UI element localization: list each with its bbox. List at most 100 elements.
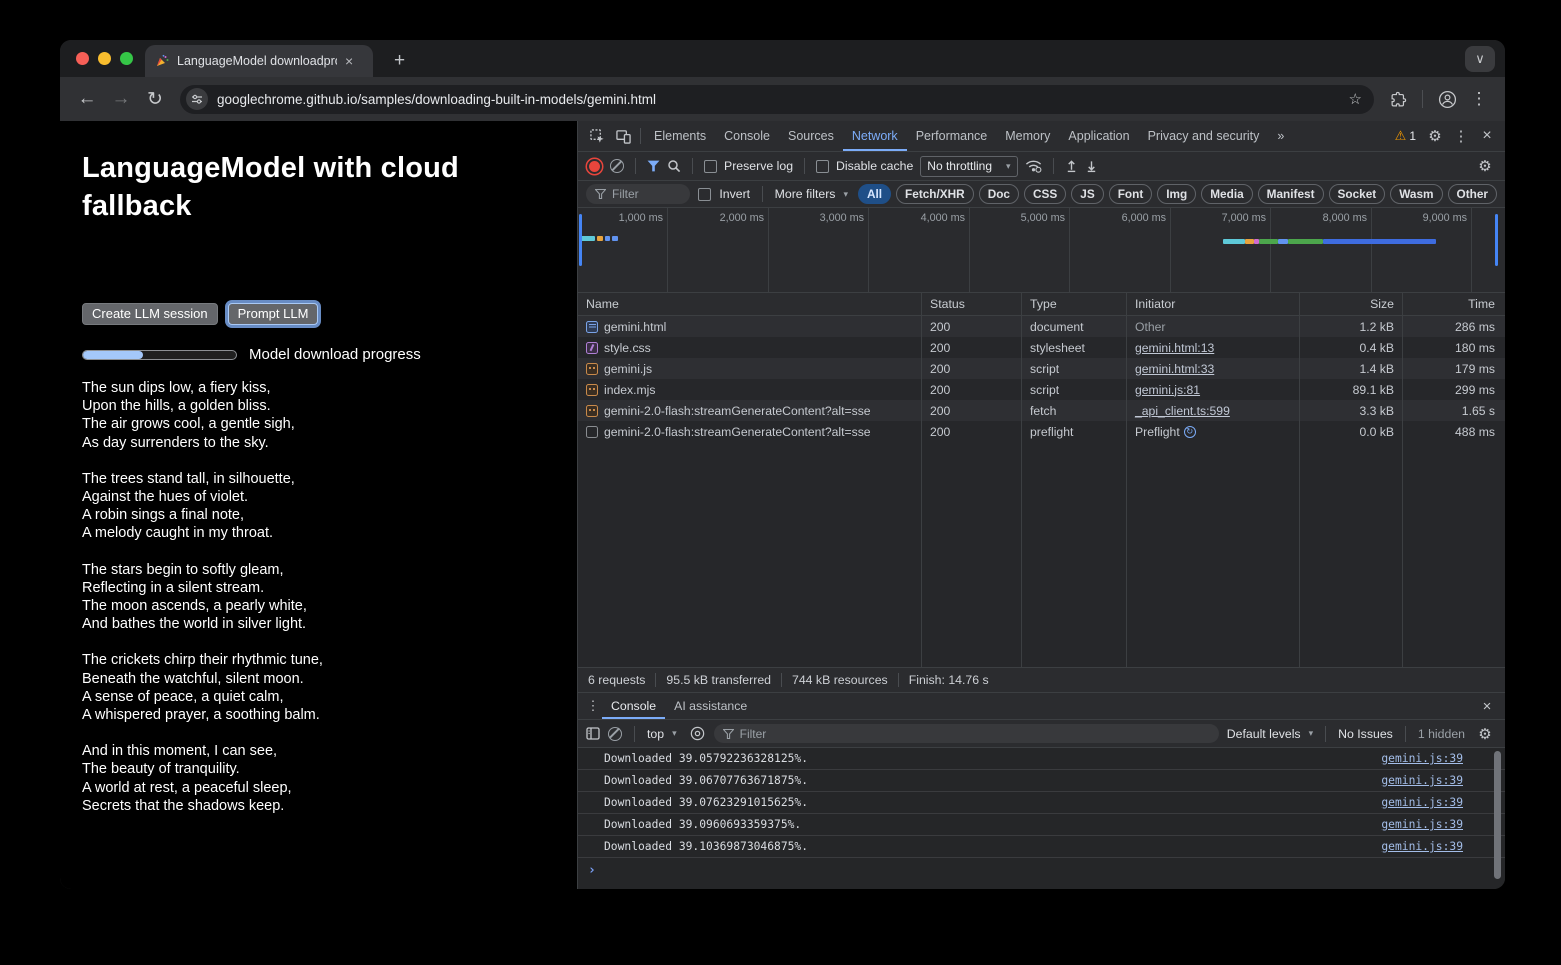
drawer-tab-console[interactable]: Console — [602, 694, 665, 719]
throttling-select[interactable]: No throttling ▾ — [920, 156, 1017, 177]
column-header-size[interactable]: Size — [1300, 293, 1403, 315]
tab-console[interactable]: Console — [715, 122, 779, 151]
table-row[interactable]: style.css 200 stylesheet gemini.html:13 … — [578, 337, 1505, 358]
drawer-tab-ai-assistance[interactable]: AI assistance — [665, 694, 756, 719]
console-message[interactable]: Downloaded 39.0960693359375%. gemini.js:… — [578, 814, 1505, 836]
chip-js[interactable]: JS — [1071, 184, 1103, 204]
default-levels-select[interactable]: Default levels — [1227, 727, 1301, 741]
drawer-close-icon[interactable]: × — [1475, 694, 1499, 718]
forward-button[interactable]: → — [106, 84, 136, 114]
clear-console-icon[interactable] — [608, 727, 622, 741]
minimize-window-button[interactable] — [98, 52, 111, 65]
maximize-window-button[interactable] — [120, 52, 133, 65]
chip-wasm[interactable]: Wasm — [1390, 184, 1442, 204]
network-overview-timeline[interactable]: 1,000 ms 2,000 ms 3,000 ms 4,000 ms 5,00… — [578, 208, 1505, 293]
create-llm-session-button[interactable]: Create LLM session — [82, 303, 218, 325]
request-initiator-link[interactable]: _api_client.ts:599 — [1135, 404, 1230, 418]
table-row[interactable]: gemini.js 200 script gemini.html:33 1.4 … — [578, 358, 1505, 379]
more-filters-label[interactable]: More filters — [775, 187, 836, 201]
more-tabs-icon[interactable]: » — [1268, 122, 1293, 151]
console-message[interactable]: Downloaded 39.06707763671875%. gemini.js… — [578, 770, 1505, 792]
new-tab-button[interactable]: + — [386, 48, 413, 73]
browser-tab[interactable]: LanguageModel downloadpro × — [145, 45, 373, 77]
console-context-select[interactable]: top — [647, 727, 664, 741]
tab-close-icon[interactable]: × — [345, 53, 353, 69]
overview-right-handle[interactable] — [1495, 214, 1498, 266]
column-header-type[interactable]: Type — [1022, 293, 1127, 315]
request-initiator-link[interactable]: gemini.html:33 — [1135, 362, 1214, 376]
bookmark-star-icon[interactable]: ☆ — [1343, 90, 1368, 108]
search-icon[interactable] — [667, 159, 681, 173]
filter-funnel-icon[interactable] — [647, 160, 660, 172]
back-button[interactable]: ← — [72, 84, 102, 114]
address-bar[interactable]: googlechrome.github.io/samples/downloadi… — [180, 85, 1374, 114]
drawer-menu-kebab-icon[interactable]: ⋮ — [584, 694, 602, 718]
profile-avatar[interactable] — [1433, 85, 1461, 113]
tab-privacy-and-security[interactable]: Privacy and security — [1139, 122, 1269, 151]
invert-checkbox[interactable] — [698, 188, 711, 201]
clear-network-log-icon[interactable] — [610, 159, 624, 173]
tab-search-button[interactable]: ∨ — [1465, 46, 1495, 72]
column-header-time[interactable]: Time — [1403, 293, 1503, 315]
table-row[interactable]: gemini.html 200 document Other 1.2 kB 28… — [578, 316, 1505, 337]
reload-button[interactable]: ↻ — [140, 84, 170, 114]
column-header-name[interactable]: Name — [578, 293, 922, 315]
column-header-initiator[interactable]: Initiator — [1127, 293, 1300, 315]
overview-left-handle[interactable] — [579, 214, 582, 266]
chip-font[interactable]: Font — [1109, 184, 1153, 204]
chip-socket[interactable]: Socket — [1329, 184, 1386, 204]
tab-elements[interactable]: Elements — [645, 122, 715, 151]
tab-network[interactable]: Network — [843, 122, 907, 151]
preserve-log-checkbox[interactable] — [704, 160, 717, 173]
request-initiator-link[interactable]: gemini.js:81 — [1135, 383, 1200, 397]
issues-warning-badge[interactable]: ⚠ 1 — [1390, 128, 1421, 144]
console-message[interactable]: Downloaded 39.07623291015625%. gemini.js… — [578, 792, 1505, 814]
table-row[interactable]: index.mjs 200 script gemini.js:81 89.1 k… — [578, 379, 1505, 400]
console-scrollbar[interactable] — [1494, 751, 1501, 879]
extensions-puzzle-icon[interactable] — [1384, 85, 1412, 113]
close-window-button[interactable] — [76, 52, 89, 65]
request-initiator-link[interactable]: gemini.html:13 — [1135, 341, 1214, 355]
console-message[interactable]: Downloaded 39.10369873046875%. gemini.js… — [578, 836, 1505, 858]
chip-other[interactable]: Other — [1448, 184, 1497, 204]
tab-application[interactable]: Application — [1059, 122, 1138, 151]
tab-performance[interactable]: Performance — [907, 122, 997, 151]
disable-cache-checkbox[interactable] — [816, 160, 829, 173]
column-header-status[interactable]: Status — [922, 293, 1022, 315]
console-sidebar-icon[interactable] — [586, 727, 600, 740]
console-source-link[interactable]: gemini.js:39 — [1381, 752, 1463, 765]
chip-img[interactable]: Img — [1157, 184, 1196, 204]
chip-css[interactable]: CSS — [1024, 184, 1066, 204]
live-expression-eye-icon[interactable] — [689, 726, 706, 741]
no-issues-label[interactable]: No Issues — [1338, 727, 1393, 741]
tab-sources[interactable]: Sources — [779, 122, 843, 151]
chip-fetch-xhr[interactable]: Fetch/XHR — [896, 184, 974, 204]
inspect-element-icon[interactable] — [584, 124, 610, 148]
devtools-close-icon[interactable]: × — [1475, 124, 1499, 148]
site-info-icon[interactable] — [186, 88, 208, 110]
console-message[interactable]: Downloaded 39.05792236328125%. gemini.js… — [578, 748, 1505, 770]
console-prompt[interactable]: › — [578, 858, 1505, 882]
chip-manifest[interactable]: Manifest — [1258, 184, 1324, 204]
tab-memory[interactable]: Memory — [996, 122, 1059, 151]
console-source-link[interactable]: gemini.js:39 — [1381, 818, 1463, 831]
network-filter-input[interactable]: Filter — [586, 184, 690, 204]
network-conditions-icon[interactable] — [1025, 159, 1042, 173]
table-row[interactable]: gemini-2.0-flash:streamGenerateContent?a… — [578, 421, 1505, 442]
devtools-settings-gear-icon[interactable]: ⚙ — [1423, 124, 1447, 148]
console-source-link[interactable]: gemini.js:39 — [1381, 774, 1463, 787]
console-source-link[interactable]: gemini.js:39 — [1381, 796, 1463, 809]
browser-menu-kebab-icon[interactable]: ⋮ — [1465, 85, 1493, 113]
console-settings-gear-icon[interactable]: ⚙ — [1473, 722, 1497, 746]
table-row[interactable]: gemini-2.0-flash:streamGenerateContent?a… — [578, 400, 1505, 421]
devtools-menu-kebab-icon[interactable]: ⋮ — [1449, 124, 1473, 148]
record-network-log-icon[interactable] — [589, 161, 600, 172]
device-toolbar-icon[interactable] — [610, 124, 636, 148]
console-source-link[interactable]: gemini.js:39 — [1381, 840, 1463, 853]
console-filter-input[interactable]: Filter — [714, 724, 1219, 743]
chip-doc[interactable]: Doc — [979, 184, 1019, 204]
import-har-icon[interactable] — [1065, 159, 1078, 173]
chip-all[interactable]: All — [858, 184, 891, 204]
export-har-icon[interactable] — [1085, 159, 1098, 173]
network-settings-gear-icon[interactable]: ⚙ — [1473, 154, 1497, 178]
